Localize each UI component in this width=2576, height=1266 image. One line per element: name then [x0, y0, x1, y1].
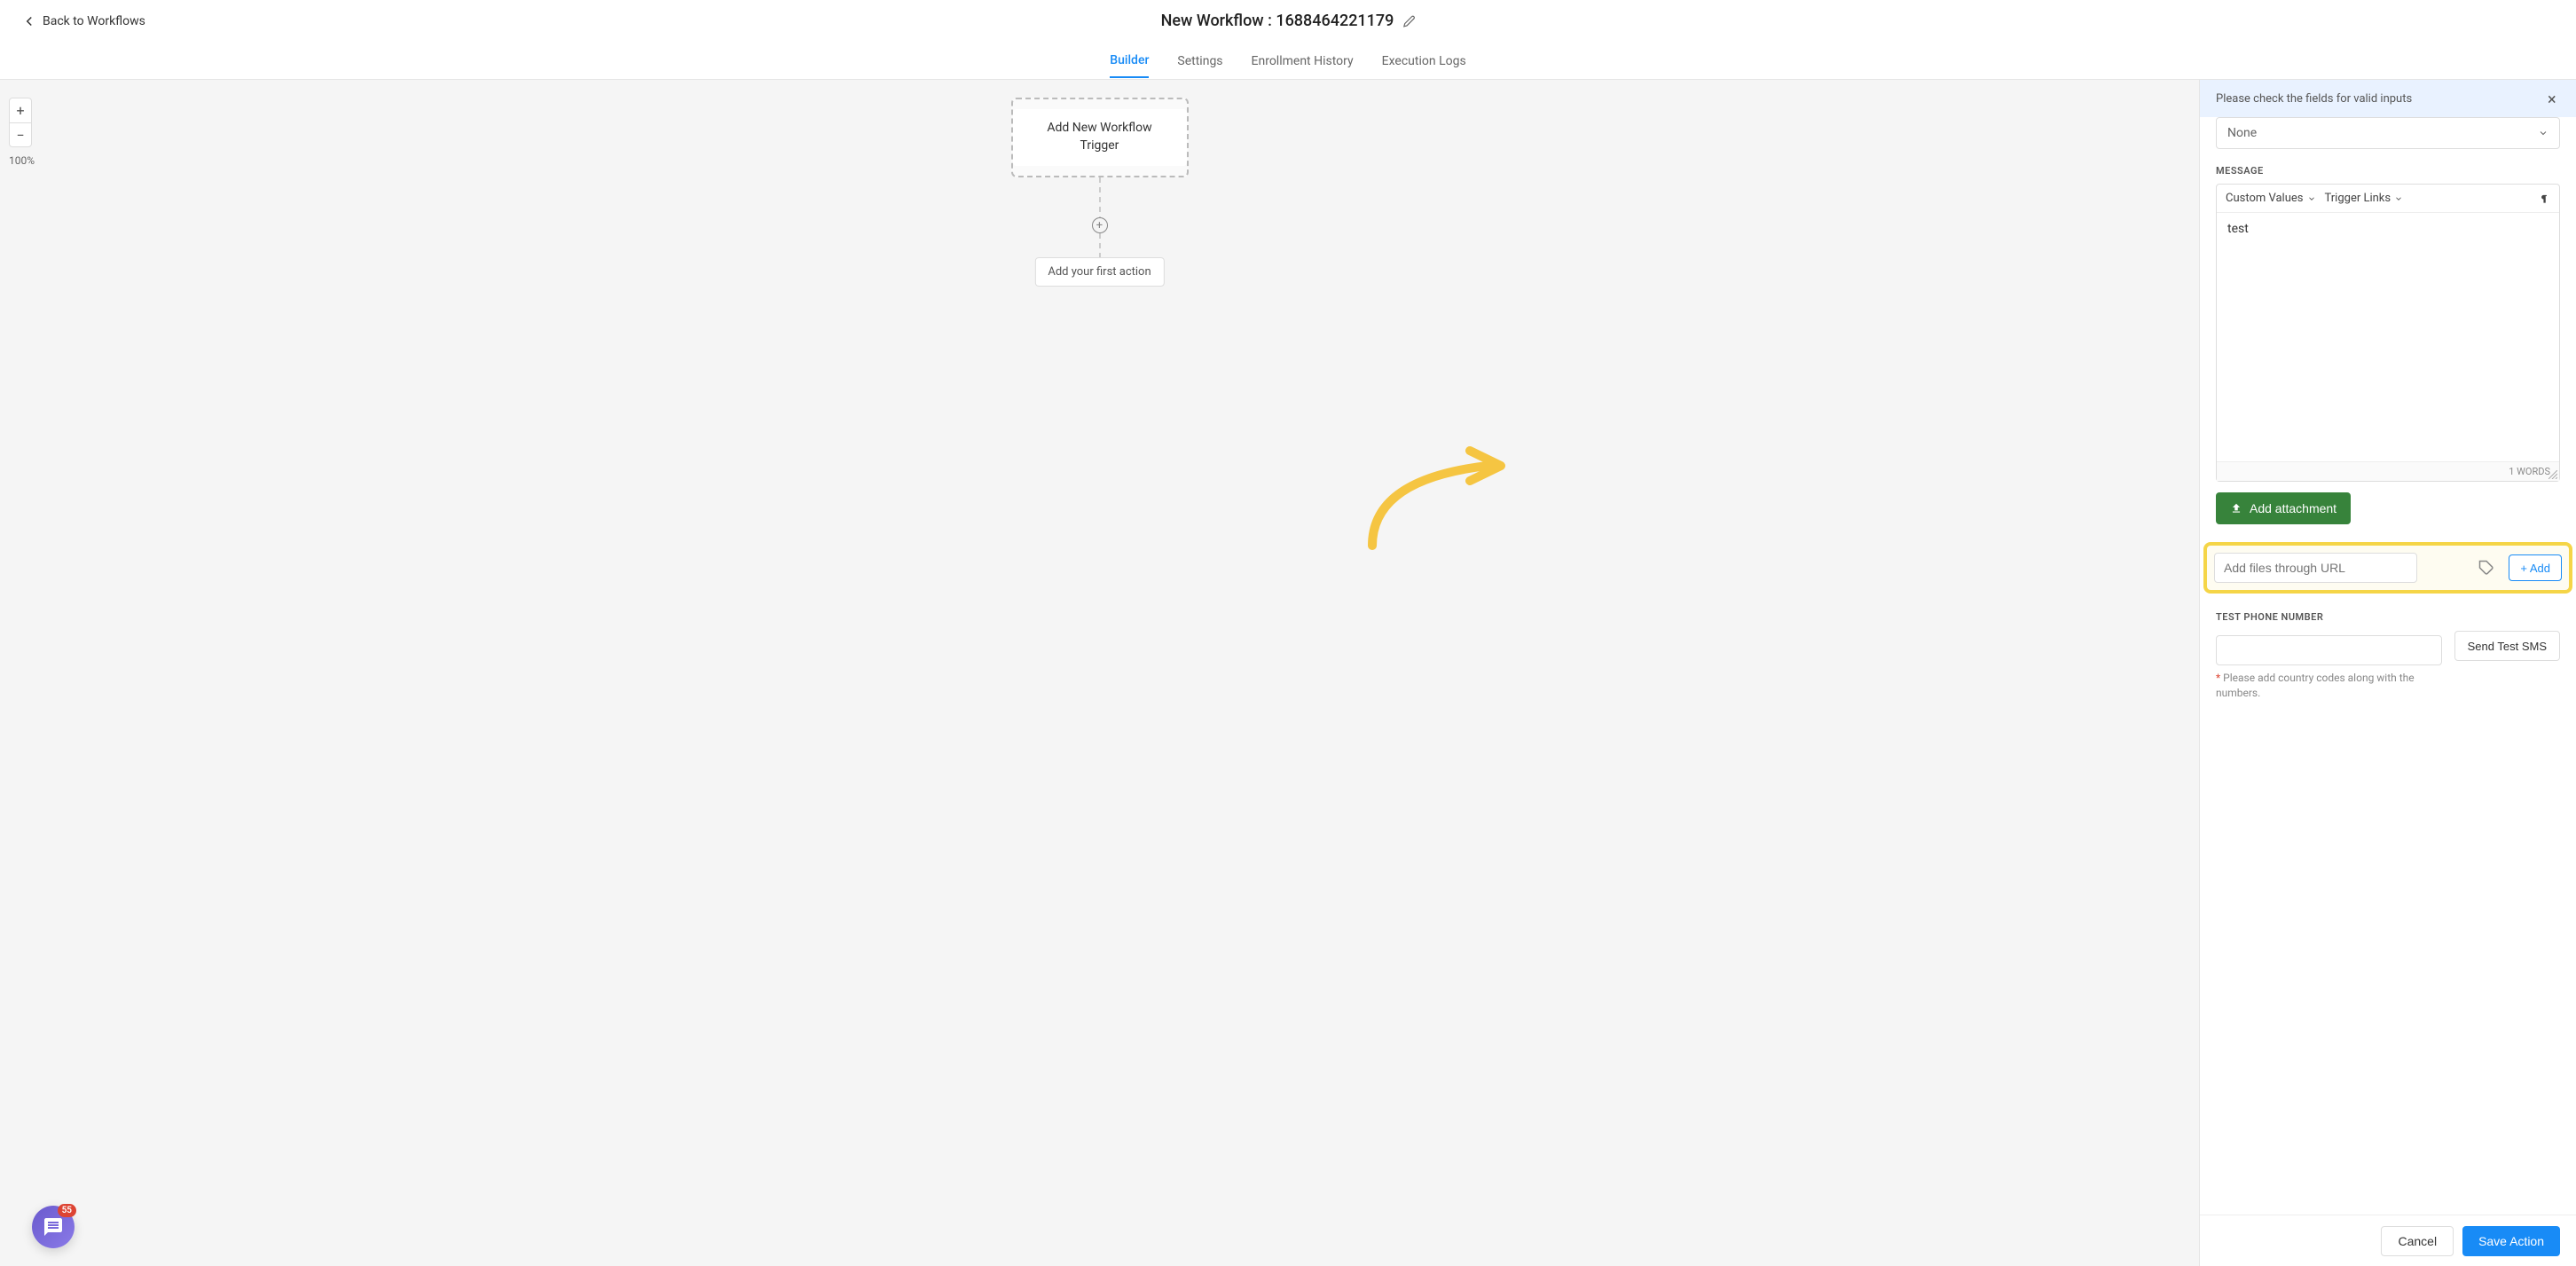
chevron-down-icon	[2394, 194, 2403, 203]
tab-builder[interactable]: Builder	[1110, 44, 1149, 78]
upload-icon	[2230, 502, 2242, 515]
message-textarea[interactable]: test	[2217, 213, 2559, 461]
message-label: MESSAGE	[2216, 165, 2560, 177]
back-label: Back to Workflows	[43, 14, 145, 28]
workflow-title: New Workflow : 1688464221179	[1161, 12, 1394, 30]
tag-icon[interactable]	[2478, 560, 2494, 576]
zoom-in-button[interactable]: +	[9, 98, 32, 122]
add-attachment-button[interactable]: Add attachment	[2216, 492, 2351, 524]
chevron-down-icon	[2538, 128, 2549, 138]
chevron-left-icon	[21, 13, 37, 29]
cancel-button[interactable]: Cancel	[2381, 1226, 2454, 1256]
workflow-canvas[interactable]: + − 100% Add New Workflow Trigger + Add …	[0, 80, 2199, 1266]
trigger-label: Add New Workflow Trigger	[1013, 109, 1187, 165]
test-phone-input[interactable]	[2216, 635, 2442, 665]
chat-badge: 55	[58, 1204, 76, 1217]
connector-line	[1099, 233, 1101, 258]
pencil-icon[interactable]	[1402, 15, 1415, 28]
back-to-workflows[interactable]: Back to Workflows	[21, 13, 145, 29]
custom-values-dropdown[interactable]: Custom Values	[2226, 192, 2316, 205]
chevron-down-icon	[2307, 194, 2316, 203]
send-test-sms-button[interactable]: Send Test SMS	[2454, 631, 2560, 661]
alert-text: Please check the fields for valid inputs	[2216, 92, 2412, 106]
url-highlight-annotation: + Add	[2203, 542, 2572, 594]
tab-execution-logs[interactable]: Execution Logs	[1382, 45, 1466, 77]
close-icon[interactable]: ×	[2548, 92, 2560, 105]
chat-widget-button[interactable]: 55	[32, 1206, 75, 1248]
select-value: None	[2227, 126, 2257, 140]
zoom-percentage: 100%	[9, 154, 35, 167]
resize-handle-icon[interactable]	[2549, 470, 2557, 479]
file-url-input[interactable]	[2214, 553, 2417, 583]
zoom-out-button[interactable]: −	[9, 122, 32, 147]
tab-enrollment-history[interactable]: Enrollment History	[1252, 45, 1354, 77]
action-side-panel: Please check the fields for valid inputs…	[2199, 80, 2576, 1266]
add-step-button[interactable]: +	[1092, 217, 1108, 233]
trigger-links-dropdown[interactable]: Trigger Links	[2325, 192, 2404, 205]
connector-line	[1099, 177, 1101, 222]
chat-icon	[43, 1216, 64, 1238]
tab-settings[interactable]: Settings	[1177, 45, 1222, 77]
word-count: 1 WORDS	[2509, 466, 2550, 477]
first-action-placeholder[interactable]: Add your first action	[1034, 257, 1164, 287]
validation-alert: Please check the fields for valid inputs…	[2200, 80, 2576, 117]
add-trigger-box[interactable]: Add New Workflow Trigger	[1011, 98, 1189, 177]
save-action-button[interactable]: Save Action	[2462, 1226, 2560, 1256]
arrow-annotation-icon	[1363, 444, 1514, 550]
editor-content: test	[2227, 222, 2249, 236]
help-text: * Please add country codes along with th…	[2216, 671, 2442, 701]
template-select[interactable]: None	[2216, 117, 2560, 149]
add-url-button[interactable]: + Add	[2509, 554, 2562, 581]
attach-label: Add attachment	[2250, 501, 2336, 515]
pilcrow-icon[interactable]	[2538, 193, 2550, 205]
test-phone-label: TEST PHONE NUMBER	[2216, 611, 2442, 623]
